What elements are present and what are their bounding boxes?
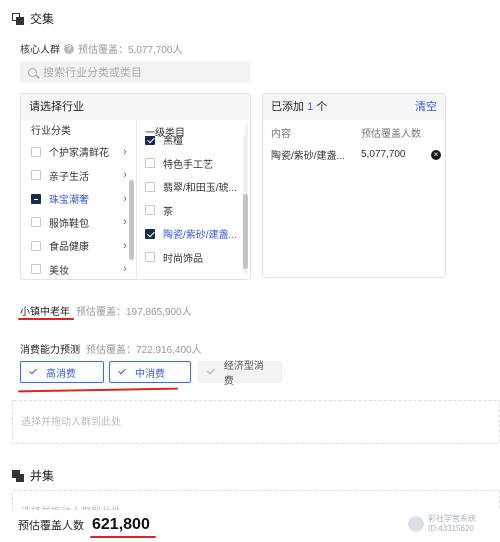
added-count-text: 已添加 1 个: [271, 101, 328, 113]
list-item[interactable]: 特色手工艺: [145, 152, 249, 176]
clear-button[interactable]: 清空: [415, 94, 437, 120]
union-section-title: 并集: [12, 467, 54, 484]
chevron-right-icon[interactable]: ›: [119, 263, 131, 275]
added-panel-header: 已添加 1 个 清空: [263, 94, 445, 120]
consume-group-header: 消费能力预测 预估覆盖：722,916,400人: [20, 341, 202, 356]
checkbox[interactable]: [31, 170, 41, 181]
industry-panel: 请选择行业 行业分类 个护家清鲜花 › 亲子生活 › 珠宝潮奢 › 服饰鞋包 › 食品健康 › 美妆…: [20, 93, 251, 280]
list-item-label: 特色手工艺: [163, 159, 213, 171]
chevron-right-icon[interactable]: ›: [119, 146, 131, 158]
annotation-underline-consume: [17, 387, 179, 393]
core-estimate: 预估覆盖：5,077,700人: [78, 45, 183, 56]
town-group-header: 小镇中老年 预估覆盖：197,865,900人: [20, 303, 192, 318]
footer-estimate: 预估覆盖人数 621,800: [18, 516, 150, 534]
checkbox[interactable]: [31, 264, 41, 275]
town-estimate: 预估覆盖：197,865,900人: [76, 307, 192, 318]
union-title-label: 并集: [30, 469, 55, 483]
list-item-label: 陶瓷/紫砂/建盏...: [163, 230, 237, 242]
list-item-label: 珠宝潮奢: [49, 195, 89, 207]
list-item[interactable]: 服饰鞋包 ›: [31, 211, 131, 235]
list-item-label: 茶: [163, 206, 173, 218]
option-mid-consume[interactable]: 中消费: [109, 361, 191, 383]
footer-value: 621,800: [92, 516, 150, 533]
consume-estimate: 预估覆盖：722,916,400人: [86, 345, 202, 356]
consume-group-label: 消费能力预测: [20, 345, 80, 356]
search-placeholder: 搜索行业分类或类目: [43, 67, 142, 79]
watermark-line1: 彩社学营系统: [428, 514, 476, 523]
intersect-section-title: 交集: [12, 10, 54, 27]
subcategory-column-title-overlay: 一级类目: [145, 128, 185, 139]
column-divider: [136, 120, 137, 279]
footer-label: 预估覆盖人数: [18, 520, 84, 532]
check-icon: [118, 368, 127, 377]
checkbox[interactable]: [31, 217, 41, 228]
list-item[interactable]: 茶: [145, 199, 249, 223]
subcategory-scrollbar-thumb[interactable]: [243, 194, 248, 269]
list-item[interactable]: 时尚饰品: [145, 246, 249, 270]
annotation-underline-town: [18, 318, 74, 320]
intersect-dropzone[interactable]: 选择并拖动人群到此处: [12, 400, 500, 444]
category-column: 行业分类 个护家清鲜花 › 亲子生活 › 珠宝潮奢 › 服饰鞋包 › 食品健康 › 美妆 ›: [31, 124, 131, 280]
intersect-icon: [12, 12, 24, 25]
core-group-label: 核心人群: [20, 45, 60, 56]
dropzone-text: 选择并拖动人群到此处: [21, 417, 121, 428]
list-item-label: 个护家清鲜花: [49, 148, 109, 160]
checkbox[interactable]: [31, 240, 41, 251]
checkbox[interactable]: [31, 146, 41, 157]
added-row: 陶瓷/紫砂/建盏... 5,077,700 ×: [271, 147, 441, 162]
check-icon: [207, 368, 216, 377]
list-item-label: 翡翠/和田玉/琥...: [163, 183, 237, 195]
option-economy-consume[interactable]: 经济型消费: [198, 361, 282, 387]
added-col-content: 内容: [271, 129, 291, 140]
checkbox[interactable]: [31, 193, 41, 204]
intersect-title-label: 交集: [30, 12, 55, 26]
category-scrollbar-thumb[interactable]: [129, 180, 134, 260]
checkbox[interactable]: [145, 252, 155, 263]
list-item[interactable]: 美妆 ›: [31, 258, 131, 280]
list-item[interactable]: 珠宝潮奢 ›: [31, 187, 131, 211]
list-item-label: 美妆: [49, 265, 69, 277]
list-item-label: 食品健康: [49, 242, 89, 254]
list-item[interactable]: 亲子生活 ›: [31, 164, 131, 188]
added-row-estimate: 5,077,700: [361, 149, 406, 160]
industry-panel-header: 请选择行业: [21, 94, 250, 120]
remove-icon[interactable]: ×: [431, 149, 441, 160]
subcategory-column: 一级类目 黑檀特色手工艺翡翠/和田玉/琥...茶陶瓷/紫砂/建盏...时尚饰品: [145, 124, 249, 279]
checkbox[interactable]: [145, 158, 155, 169]
annotation-underline-footer: [90, 536, 156, 538]
union-icon: [12, 469, 24, 482]
watermark-logo-icon: [408, 516, 424, 532]
search-icon: [28, 67, 37, 77]
list-item[interactable]: 陶瓷/紫砂/建盏...: [145, 222, 249, 246]
town-group-label: 小镇中老年: [20, 307, 70, 318]
added-col-estimate: 预估覆盖人数: [361, 129, 421, 140]
list-item[interactable]: 翡翠/和田玉/琥...: [145, 175, 249, 199]
option-high-consume[interactable]: 高消费: [20, 361, 104, 383]
core-group-header: 核心人群 ? 预估覆盖：5,077,700人: [20, 41, 183, 56]
list-item[interactable]: 食品健康 ›: [31, 234, 131, 258]
checkbox[interactable]: [145, 181, 155, 192]
watermark-line2: ID:43315620: [428, 524, 474, 533]
list-item-label: 亲子生活: [49, 171, 89, 183]
added-row-content: 陶瓷/紫砂/建盏...: [271, 151, 345, 162]
checkbox[interactable]: [145, 205, 155, 216]
check-icon: [29, 368, 38, 377]
list-item-label: 服饰鞋包: [49, 218, 89, 230]
category-column-title: 行业分类: [31, 126, 71, 137]
checkbox[interactable]: [145, 228, 155, 239]
search-input[interactable]: 搜索行业分类或类目: [20, 61, 250, 83]
added-panel: 已添加 1 个 清空 内容 预估覆盖人数 陶瓷/紫砂/建盏... 5,077,7…: [262, 93, 446, 278]
list-item[interactable]: 个护家清鲜花 ›: [31, 140, 131, 164]
list-item-label: 时尚饰品: [163, 253, 203, 265]
help-icon[interactable]: ?: [64, 43, 74, 54]
watermark: 彩社学营系统 ID:43315620: [408, 514, 476, 534]
